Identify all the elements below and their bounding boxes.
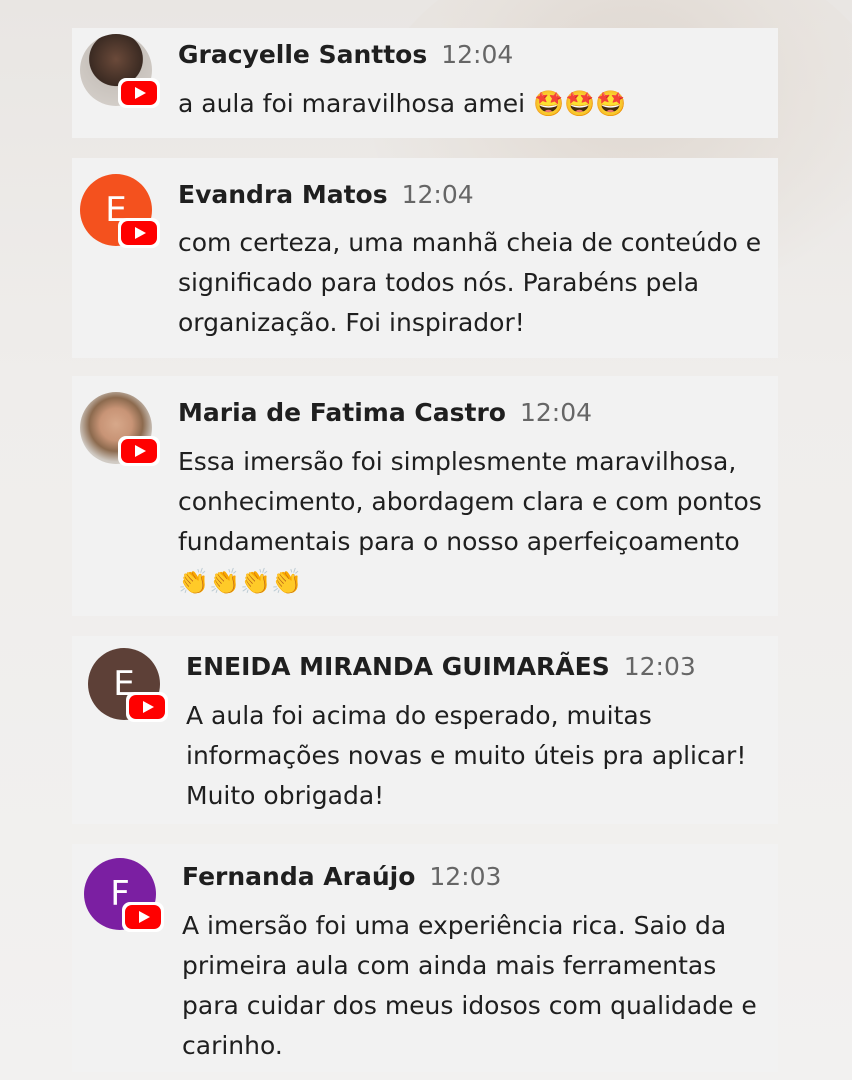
author-name: Fernanda Araújo: [182, 862, 416, 891]
chat-message: E ENEIDA MIRANDA GUIMARÃES 12:03 A aula f…: [72, 636, 778, 824]
message-time: 12:04: [401, 180, 474, 209]
message-text: Essa imersão foi simplesmente maravilhos…: [178, 447, 762, 596]
avatar: E: [88, 648, 168, 724]
chat-message: Maria de Fatima Castro 12:04 Essa imersão…: [72, 376, 778, 616]
message-text: a aula foi maravilhosa amei 🤩🤩🤩: [178, 89, 627, 118]
youtube-icon: [122, 902, 164, 932]
chat-message: F Fernanda Araújo 12:03 A imersão foi uma…: [72, 844, 778, 1072]
author-name: Evandra Matos: [178, 180, 388, 209]
message-text: A aula foi acima do esperado, muitas inf…: [186, 701, 747, 810]
youtube-icon: [118, 78, 160, 108]
youtube-icon: [118, 218, 160, 248]
avatar: E: [80, 174, 160, 250]
chat-message: E Evandra Matos 12:04 com certeza, uma ma…: [72, 158, 778, 358]
avatar: [80, 392, 160, 468]
message-text: A imersão foi uma experiência rica. Saio…: [182, 911, 757, 1060]
youtube-icon: [118, 436, 160, 466]
author-name: Maria de Fatima Castro: [178, 398, 506, 427]
author-name: ENEIDA MIRANDA GUIMARÃES: [186, 652, 610, 681]
message-time: 12:04: [441, 40, 514, 69]
avatar: [80, 34, 160, 110]
chat-message: Gracyelle Santtos 12:04 a aula foi maravi…: [72, 28, 778, 138]
message-time: 12:04: [519, 398, 593, 427]
youtube-icon: [126, 692, 168, 722]
message-text: com certeza, uma manhã cheia de conteúdo…: [178, 228, 762, 337]
author-name: Gracyelle Santtos: [178, 40, 428, 69]
avatar: F: [84, 858, 164, 934]
message-time: 12:03: [429, 862, 502, 891]
message-time: 12:03: [623, 652, 696, 681]
